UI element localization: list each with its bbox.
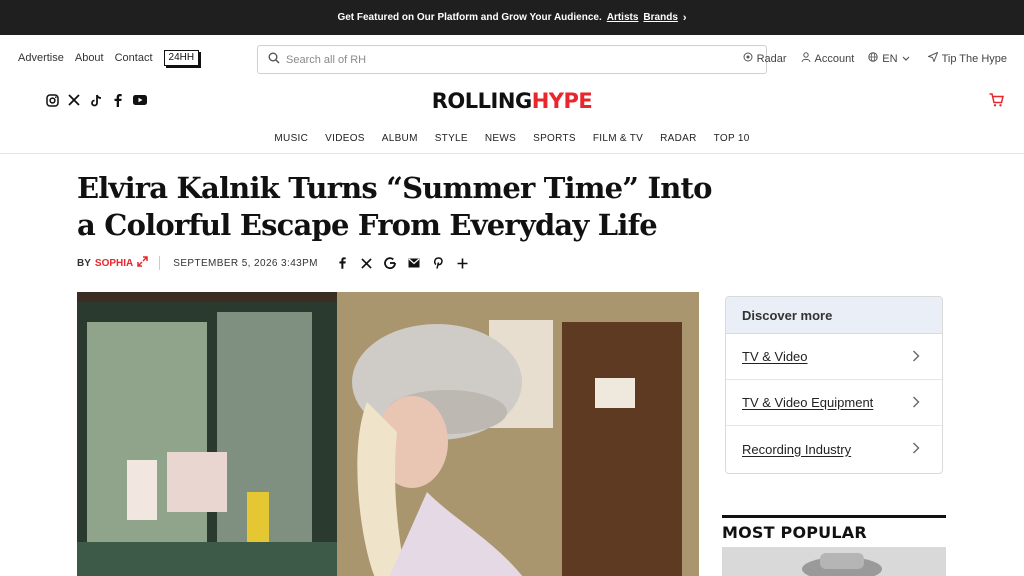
email-icon[interactable] xyxy=(408,257,421,270)
nav-top-10[interactable]: TOP 10 xyxy=(714,133,750,144)
publish-date: SEPTEMBER 5, 2026 3:43PM xyxy=(173,257,318,269)
24hh-badge[interactable]: 24HH xyxy=(163,50,200,66)
discover-item-tv-video[interactable]: TV & Video xyxy=(726,334,942,380)
article-headline: Elvira Kalnik Turns “Summer Time” Into a… xyxy=(77,171,712,242)
chevron-right-icon: › xyxy=(682,11,687,24)
byline-by: BY xyxy=(77,257,91,269)
facebook-icon[interactable] xyxy=(336,257,349,270)
nav-videos[interactable]: VIDEOS xyxy=(325,133,365,144)
send-icon xyxy=(926,51,942,65)
promo-artists-link[interactable]: Artists xyxy=(607,12,639,23)
search-input[interactable] xyxy=(286,53,726,66)
search-box[interactable] xyxy=(257,45,767,74)
search-icon xyxy=(268,51,280,69)
article-hero-image xyxy=(77,292,699,576)
google-icon[interactable] xyxy=(384,257,397,270)
discover-more-title: Discover more xyxy=(726,297,942,334)
discover-item-label: TV & Video Equipment xyxy=(742,395,874,410)
tip-the-hype-link[interactable]: Tip The Hype xyxy=(926,51,1007,65)
nav-album[interactable]: ALBUM xyxy=(382,133,418,144)
cart-icon[interactable] xyxy=(989,93,1004,112)
chevron-down-icon xyxy=(902,53,914,65)
main-nav: MUSIC VIDEOS ALBUM STYLE NEWS SPORTS FIL… xyxy=(0,123,1024,154)
language-selector[interactable]: EN xyxy=(868,52,913,65)
expand-arrows-icon[interactable] xyxy=(137,256,148,270)
advertise-link[interactable]: Advertise xyxy=(18,52,64,64)
byline: BY SOPHIA SEPTEMBER 5, 2026 3:43PM xyxy=(77,255,480,271)
discover-item-recording-industry[interactable]: Recording Industry xyxy=(726,426,942,472)
chevron-right-icon xyxy=(912,349,920,365)
promo-brands-link[interactable]: Brands xyxy=(643,12,677,23)
discover-more-box: Discover more TV & Video TV & Video Equi… xyxy=(725,296,943,474)
logo-rolling: ROLLING xyxy=(431,89,532,113)
discover-item-tv-video-equipment[interactable]: TV & Video Equipment xyxy=(726,380,942,426)
nav-news[interactable]: NEWS xyxy=(485,133,516,144)
globe-icon xyxy=(868,52,882,65)
nav-film-tv[interactable]: FILM & TV xyxy=(593,133,643,144)
author-link[interactable]: SOPHIA xyxy=(95,258,133,269)
utility-bar: Advertise About Contact 24HH Radar Accou… xyxy=(0,35,1024,83)
discover-item-label: TV & Video xyxy=(742,349,808,364)
about-link[interactable]: About xyxy=(75,52,104,64)
user-icon xyxy=(801,52,815,65)
language-label: EN xyxy=(882,52,898,65)
radar-label: Radar xyxy=(756,52,787,65)
nav-sports[interactable]: SPORTS xyxy=(533,133,576,144)
chevron-right-icon xyxy=(912,441,920,457)
x-icon[interactable] xyxy=(360,257,373,270)
account-link[interactable]: Account xyxy=(801,52,855,65)
logo-hype: HYPE xyxy=(531,89,593,113)
brand-row: ROLLINGHYPE xyxy=(0,83,1024,123)
byline-divider xyxy=(159,256,161,270)
contact-link[interactable]: Contact xyxy=(115,52,153,64)
radar-icon xyxy=(743,52,757,65)
nav-radar[interactable]: RADAR xyxy=(660,133,697,144)
pinterest-icon[interactable] xyxy=(432,257,445,270)
promo-bar: Get Featured on Our Platform and Grow Yo… xyxy=(0,0,1024,35)
promo-text: Get Featured on Our Platform and Grow Yo… xyxy=(337,12,602,23)
nav-music[interactable]: MUSIC xyxy=(274,133,308,144)
discover-item-label: Recording Industry xyxy=(742,441,852,457)
site-logo[interactable]: ROLLINGHYPE xyxy=(0,89,1024,113)
radar-link[interactable]: Radar xyxy=(743,52,787,65)
account-label: Account xyxy=(814,52,855,65)
nav-style[interactable]: STYLE xyxy=(435,133,468,144)
most-popular-heading: MOST POPULAR xyxy=(722,515,946,542)
tip-label: Tip The Hype xyxy=(941,52,1007,65)
chevron-right-icon xyxy=(912,395,920,411)
most-popular-thumbnail[interactable] xyxy=(722,547,946,576)
plus-icon[interactable] xyxy=(456,257,469,270)
